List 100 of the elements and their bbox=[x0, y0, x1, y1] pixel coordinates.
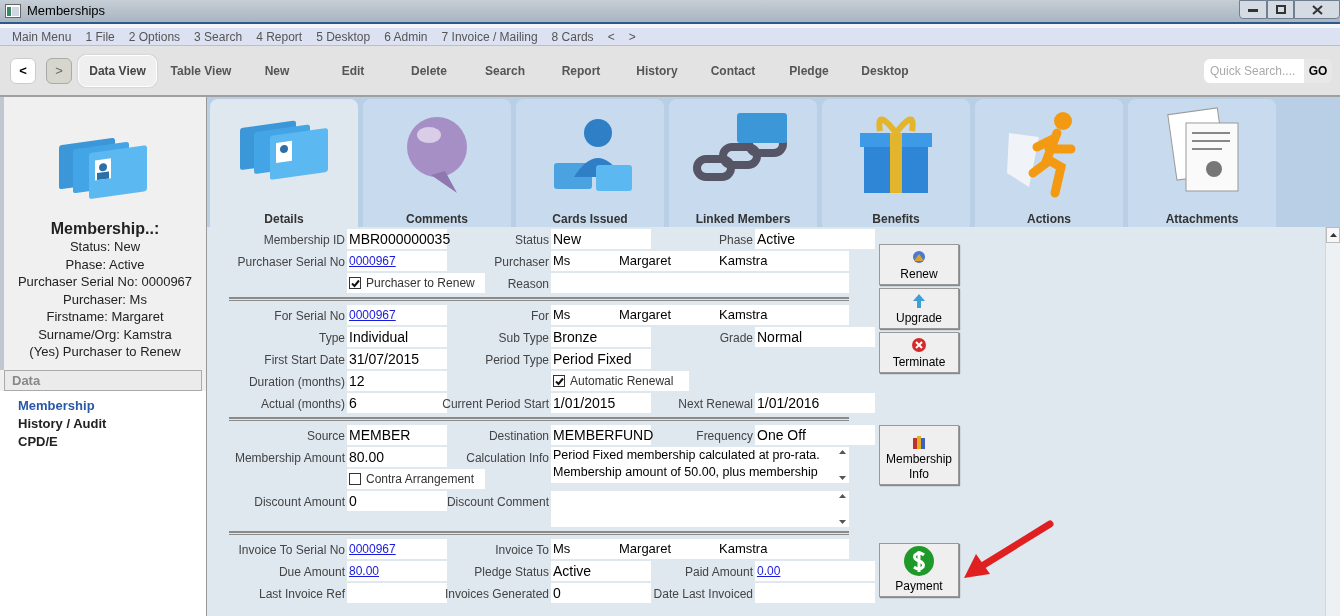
tab[interactable]: Attachments bbox=[1128, 99, 1276, 227]
checkbox-label: Purchaser to Renew bbox=[366, 275, 475, 292]
text-field[interactable]: Active bbox=[551, 561, 651, 581]
toolbar-button[interactable]: Table View bbox=[163, 54, 239, 87]
checkbox[interactable] bbox=[349, 277, 361, 289]
field-label: Invoices Generated bbox=[444, 586, 549, 603]
back-button[interactable]: < bbox=[10, 57, 36, 84]
toolbar-button[interactable]: New bbox=[239, 54, 315, 87]
text-field[interactable]: MEMBERFUND bbox=[551, 425, 651, 445]
nav-list-item[interactable]: CPD/E bbox=[18, 433, 206, 451]
action-button[interactable]: Terminate bbox=[879, 332, 959, 373]
field-label: For bbox=[531, 308, 549, 325]
nav-list-item[interactable]: History / Audit bbox=[18, 415, 206, 433]
name-field[interactable]: Ms Margaret Kamstra bbox=[551, 251, 849, 271]
memo-field[interactable] bbox=[551, 491, 849, 527]
menu-item[interactable]: 8 Cards bbox=[551, 27, 594, 46]
text-field[interactable] bbox=[755, 583, 875, 603]
text-field[interactable]: 12 bbox=[347, 371, 447, 391]
field-label: Membership ID bbox=[263, 232, 345, 249]
link-field[interactable]: 80.00 bbox=[347, 561, 447, 581]
name-field[interactable]: Ms Margaret Kamstra bbox=[551, 539, 849, 559]
field-label: Sub Type bbox=[498, 330, 549, 347]
window-title: Memberships bbox=[27, 2, 106, 21]
link-field[interactable]: 0000967 bbox=[347, 251, 447, 271]
toolbar-button[interactable]: Contact bbox=[695, 54, 771, 87]
action-button[interactable]: Membership Info bbox=[879, 425, 959, 485]
menu-item[interactable]: < bbox=[607, 27, 615, 46]
toolbar-button[interactable]: Data View bbox=[78, 54, 157, 87]
field-label: Date Last Invoiced bbox=[653, 586, 753, 603]
summary-line: Surname/Org: Kamstra bbox=[38, 325, 172, 343]
field-label: Grade bbox=[719, 330, 753, 347]
up-arrow-icon bbox=[1329, 233, 1337, 237]
text-field[interactable]: New bbox=[551, 229, 651, 249]
field-label: Due Amount bbox=[278, 564, 345, 581]
quick-search-field[interactable]: Quick Search.... bbox=[1204, 58, 1304, 83]
maximize-icon bbox=[1275, 5, 1286, 14]
text-field[interactable]: 31/07/2015 bbox=[347, 349, 447, 369]
field-label: Actual (months) bbox=[260, 396, 345, 413]
nav-list-item[interactable]: Membership bbox=[18, 397, 206, 415]
field-label: Reason bbox=[507, 276, 549, 293]
menu-item[interactable]: 1 File bbox=[85, 27, 115, 46]
link-field[interactable]: 0000967 bbox=[347, 539, 447, 559]
action-button[interactable]: Upgrade bbox=[879, 288, 959, 329]
tab[interactable]: Details bbox=[210, 99, 358, 227]
field-label: Invoice To bbox=[495, 542, 549, 559]
field-label: For Serial No bbox=[274, 308, 345, 325]
summary-line: Phase: Active bbox=[65, 255, 145, 273]
text-field[interactable]: 1/01/2016 bbox=[755, 393, 875, 413]
text-field[interactable]: One Off bbox=[755, 425, 875, 445]
field-label: Phase bbox=[718, 232, 753, 249]
text-field[interactable]: Normal bbox=[755, 327, 875, 347]
books-icon bbox=[911, 434, 927, 450]
section-header: Data bbox=[4, 370, 202, 391]
tab[interactable]: Benefits bbox=[822, 99, 970, 227]
checkbox[interactable] bbox=[553, 375, 565, 387]
link-field[interactable]: 0000967 bbox=[347, 305, 447, 325]
tab[interactable]: Linked Members bbox=[669, 99, 817, 227]
menu-item[interactable]: 5 Desktop bbox=[316, 27, 371, 46]
menu-item[interactable]: 6 Admin bbox=[384, 27, 428, 46]
go-button[interactable]: GO bbox=[1304, 58, 1332, 83]
text-field[interactable] bbox=[347, 583, 447, 603]
checkbox[interactable] bbox=[349, 473, 361, 485]
minimize-button[interactable] bbox=[1239, 0, 1267, 19]
toolbar-button[interactable]: Desktop bbox=[847, 54, 923, 87]
menu-item[interactable]: 2 Options bbox=[128, 27, 181, 46]
text-field[interactable]: 1/01/2015 bbox=[551, 393, 651, 413]
menu-item[interactable]: Main Menu bbox=[12, 27, 72, 46]
text-field[interactable]: 0 bbox=[347, 491, 447, 511]
memo-field[interactable]: Period Fixed membership calculated at pro-rata. Membership amount of 50.00, plus membership bbox=[551, 447, 849, 483]
text-field[interactable]: Active bbox=[755, 229, 875, 249]
field-label: Pledge Status bbox=[474, 564, 549, 581]
text-field[interactable]: 0 bbox=[551, 583, 651, 603]
text-field[interactable]: Bronze bbox=[551, 327, 651, 347]
link-field[interactable]: 0.00 bbox=[755, 561, 875, 581]
close-button[interactable] bbox=[1294, 0, 1340, 19]
menu-item[interactable]: 7 Invoice / Mailing bbox=[441, 27, 538, 46]
maximize-button[interactable] bbox=[1267, 0, 1294, 19]
action-button[interactable]: Renew bbox=[879, 244, 959, 285]
field-label: Frequency bbox=[696, 428, 753, 445]
toolbar-button[interactable]: History bbox=[619, 54, 695, 87]
text-field[interactable]: MEMBER bbox=[347, 425, 447, 445]
name-field[interactable]: Ms Margaret Kamstra bbox=[551, 305, 849, 325]
field-label: Status bbox=[514, 232, 549, 249]
text-field[interactable]: Individual bbox=[347, 327, 447, 347]
scroll-up-button[interactable] bbox=[1326, 227, 1340, 243]
toolbar-button[interactable]: Edit bbox=[315, 54, 391, 87]
text-field[interactable]: 80.00 bbox=[347, 447, 447, 467]
tab[interactable]: Comments bbox=[363, 99, 511, 227]
text-field[interactable]: Period Fixed bbox=[551, 349, 651, 369]
toolbar-button[interactable]: Pledge bbox=[771, 54, 847, 87]
tab[interactable]: Cards Issued bbox=[516, 99, 664, 227]
menu-item[interactable]: 3 Search bbox=[194, 27, 243, 46]
menu-item[interactable]: > bbox=[628, 27, 636, 46]
action-button[interactable]: Payment bbox=[879, 543, 959, 597]
toolbar-button[interactable]: Delete bbox=[391, 54, 467, 87]
menu-item[interactable]: 4 Report bbox=[256, 27, 303, 46]
toolbar-button[interactable]: Report bbox=[543, 54, 619, 87]
tab[interactable]: Actions bbox=[975, 99, 1123, 227]
name-field[interactable] bbox=[551, 273, 849, 293]
toolbar-button[interactable]: Search bbox=[467, 54, 543, 87]
